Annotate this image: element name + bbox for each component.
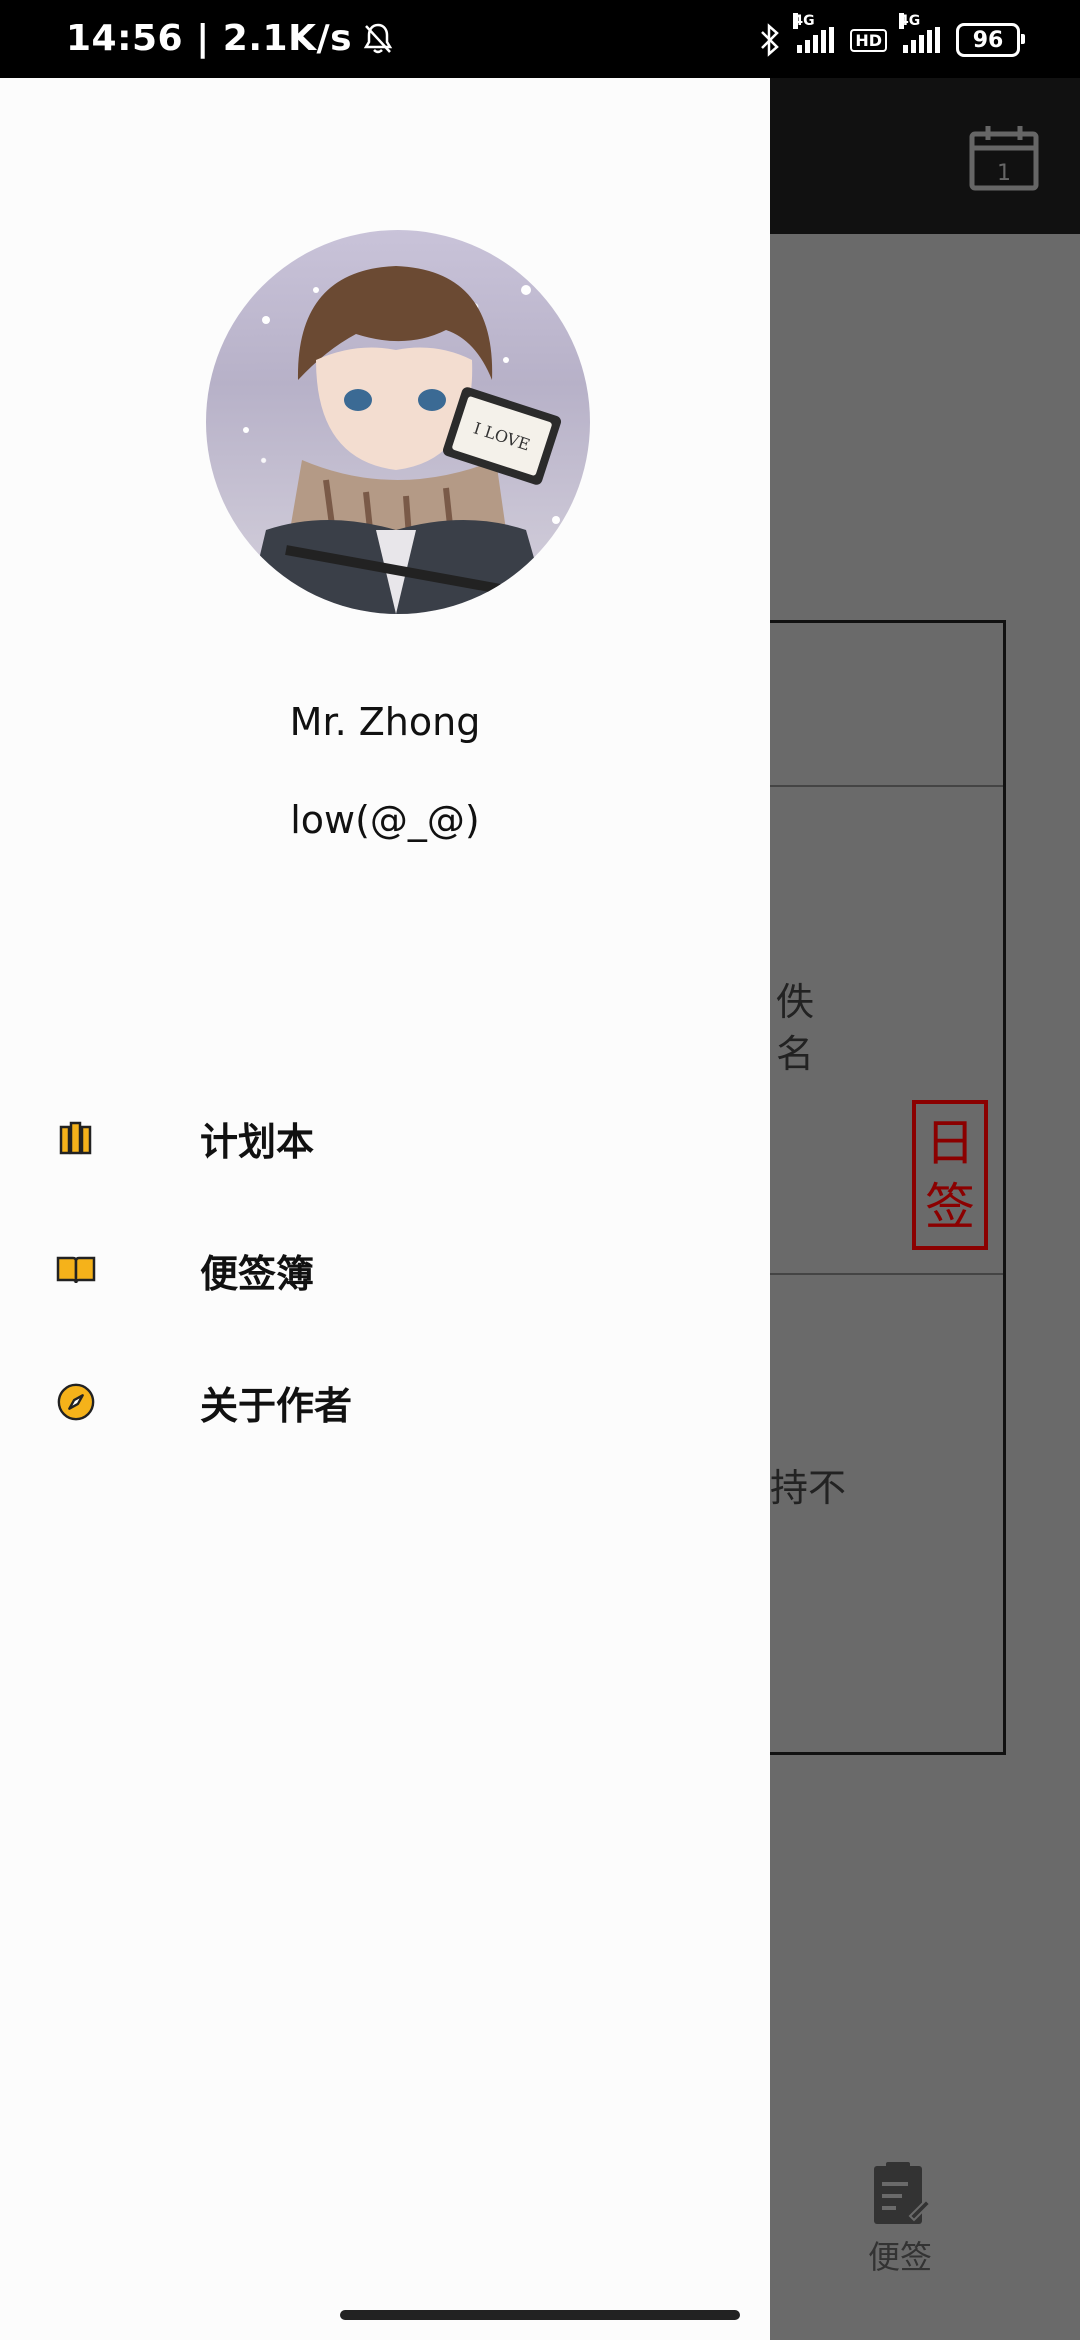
menu-item-plan-book[interactable]: 计划本: [0, 1088, 770, 1188]
books-icon: [56, 1118, 96, 1158]
user-name: Mr. Zhong: [289, 700, 481, 744]
signal-icon-2: 4G: [899, 13, 940, 53]
status-bar: 14:56 | 2.1K/s 4G HD 4G 96: [0, 0, 1080, 78]
stamp-text: 签: [925, 1178, 975, 1236]
navigation-drawer: I LOVE Mr. Zhong low(@_@) 计划本 便签簿 关于作者: [0, 78, 770, 2340]
status-time-speed: 14:56 | 2.1K/s: [66, 18, 394, 59]
status-icons: 4G HD 4G 96: [759, 13, 1025, 62]
home-indicator[interactable]: [340, 2310, 740, 2320]
compass-icon: [56, 1382, 96, 1422]
note-tab-label[interactable]: 便签: [860, 2232, 940, 2278]
bluetooth-icon: [761, 23, 780, 57]
hd-badge: HD: [850, 28, 887, 52]
menu-label: 便签簿: [200, 1251, 315, 1296]
note-text: 名: [776, 1032, 815, 1076]
menu-label: 计划本: [200, 1119, 315, 1164]
note-text: 佚: [776, 980, 815, 1024]
open-book-icon: [56, 1250, 96, 1290]
menu-label: 关于作者: [200, 1383, 353, 1428]
stamp-seal: 日 签: [912, 1100, 988, 1250]
user-bio: low(@_@): [290, 798, 480, 842]
note-text: 持不: [770, 1466, 847, 1510]
note-tab-icon[interactable]: [866, 2160, 934, 2232]
battery-indicator: 96: [956, 23, 1025, 57]
status-time: 14:56 | 2.1K/s: [66, 18, 353, 59]
stamp-text: 日: [925, 1114, 975, 1172]
menu-item-about-author[interactable]: 关于作者: [0, 1352, 770, 1452]
calendar-icon[interactable]: 1: [968, 124, 1040, 196]
svg-text:1: 1: [997, 161, 1011, 186]
bell-off-icon: [363, 23, 393, 53]
signal-icon-1: 4G: [793, 13, 835, 53]
avatar[interactable]: I LOVE: [206, 230, 590, 614]
menu-item-notebook[interactable]: 便签簿: [0, 1220, 770, 1320]
